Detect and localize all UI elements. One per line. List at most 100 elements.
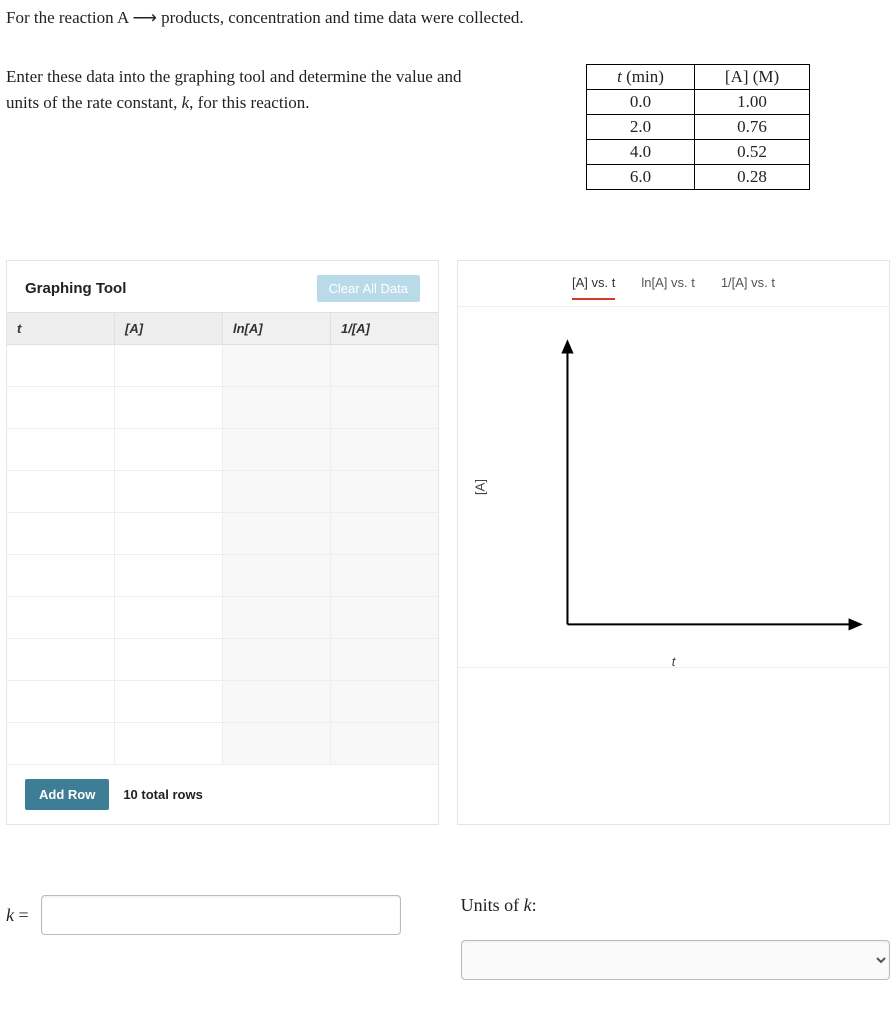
grid-row [7, 555, 438, 597]
table-row: 4.00.52 [587, 140, 810, 165]
units-of-k-label: Units of k: [461, 895, 890, 916]
grid-cell [331, 513, 438, 554]
grid-input-A[interactable] [115, 345, 222, 386]
grid-cell[interactable] [7, 723, 115, 764]
grid-cell [331, 345, 438, 386]
table-row: 2.00.76 [587, 115, 810, 140]
tab-A-vs-t[interactable]: [A] vs. t [572, 275, 615, 300]
grid-row [7, 681, 438, 723]
grid-cell [223, 513, 331, 554]
row-count-label: 10 total rows [123, 787, 202, 802]
grid-cell [331, 555, 438, 596]
table-cell-t: 2.0 [587, 115, 695, 140]
grid-row [7, 471, 438, 513]
grid-cell [331, 639, 438, 680]
grid-input-A[interactable] [115, 681, 222, 722]
grid-cell[interactable] [7, 429, 115, 470]
grid-row [7, 513, 438, 555]
x-axis-label: t [672, 654, 676, 669]
table-cell-A: 0.52 [694, 140, 809, 165]
grid-cell[interactable] [115, 597, 223, 638]
units-of-k-select[interactable] [461, 940, 890, 980]
grid-input-t[interactable] [7, 429, 114, 470]
grid-cell [331, 429, 438, 470]
grid-cell[interactable] [115, 555, 223, 596]
grid-row [7, 597, 438, 639]
grid-cell[interactable] [115, 723, 223, 764]
grid-cell[interactable] [7, 639, 115, 680]
grid-input-t[interactable] [7, 555, 114, 596]
table-row: 0.01.00 [587, 90, 810, 115]
grid-cell [331, 471, 438, 512]
table-cell-t: 4.0 [587, 140, 695, 165]
grid-row [7, 387, 438, 429]
grid-cell[interactable] [115, 639, 223, 680]
plot-panel: [A] vs. t ln[A] vs. t 1/[A] vs. t [A] t [457, 260, 890, 825]
grid-cell [223, 555, 331, 596]
grid-col-t: t [7, 313, 115, 344]
grid-input-A[interactable] [115, 387, 222, 428]
grid-cell[interactable] [7, 345, 115, 386]
k-value-input[interactable] [41, 895, 401, 935]
grid-cell [223, 429, 331, 470]
grid-input-A[interactable] [115, 429, 222, 470]
grid-cell [223, 471, 331, 512]
grid-input-t[interactable] [7, 387, 114, 428]
grid-row [7, 345, 438, 387]
grid-cell[interactable] [7, 597, 115, 638]
add-row-button[interactable]: Add Row [25, 779, 109, 810]
grid-cell [223, 345, 331, 386]
plot-tabs: [A] vs. t ln[A] vs. t 1/[A] vs. t [458, 261, 889, 307]
grid-cell[interactable] [7, 555, 115, 596]
grid-input-A[interactable] [115, 639, 222, 680]
grid-col-invA: 1/[A] [331, 313, 438, 344]
grid-input-A[interactable] [115, 555, 222, 596]
grid-cell [331, 597, 438, 638]
grid-cell[interactable] [7, 681, 115, 722]
grid-cell [223, 723, 331, 764]
grid-input-t[interactable] [7, 639, 114, 680]
grid-cell[interactable] [115, 345, 223, 386]
grid-cell[interactable] [7, 471, 115, 512]
grid-cell [331, 387, 438, 428]
grid-input-t[interactable] [7, 345, 114, 386]
grid-col-A: [A] [115, 313, 223, 344]
grid-cell [331, 723, 438, 764]
grid-cell [223, 639, 331, 680]
grid-input-t[interactable] [7, 681, 114, 722]
grid-input-A[interactable] [115, 597, 222, 638]
grid-cell[interactable] [115, 513, 223, 554]
grid-col-lnA: ln[A] [223, 313, 331, 344]
grid-input-t[interactable] [7, 471, 114, 512]
plot-area: [A] t [458, 307, 889, 667]
grid-cell[interactable] [7, 513, 115, 554]
tab-invA-vs-t[interactable]: 1/[A] vs. t [721, 275, 775, 300]
y-axis-label: [A] [472, 479, 487, 495]
grid-cell [223, 597, 331, 638]
table-cell-A: 0.76 [694, 115, 809, 140]
grid-input-A[interactable] [115, 513, 222, 554]
grid-row [7, 723, 438, 765]
instructions-text: Enter these data into the graphing tool … [6, 64, 466, 190]
table-cell-A: 0.28 [694, 165, 809, 190]
grid-cell[interactable] [7, 387, 115, 428]
clear-all-data-button[interactable]: Clear All Data [317, 275, 420, 302]
grid-input-t[interactable] [7, 513, 114, 554]
grid-input-A[interactable] [115, 471, 222, 512]
problem-intro: For the reaction A ⟶ products, concentra… [6, 8, 890, 28]
tab-lnA-vs-t[interactable]: ln[A] vs. t [641, 275, 694, 300]
table-cell-t: 0.0 [587, 90, 695, 115]
grid-input-A[interactable] [115, 723, 222, 764]
graphing-tool-title: Graphing Tool [25, 280, 126, 297]
grid-header: t [A] ln[A] 1/[A] [7, 312, 438, 345]
grid-input-t[interactable] [7, 597, 114, 638]
plot-axes [486, 327, 873, 657]
grid-cell[interactable] [115, 681, 223, 722]
grid-row [7, 429, 438, 471]
grid-cell[interactable] [115, 387, 223, 428]
grid-cell[interactable] [115, 429, 223, 470]
concentration-time-table: t (min) [A] (M) 0.01.002.00.764.00.526.0… [586, 64, 810, 190]
grid-cell[interactable] [115, 471, 223, 512]
grid-input-t[interactable] [7, 723, 114, 764]
table-header-A: [A] (M) [694, 65, 809, 90]
